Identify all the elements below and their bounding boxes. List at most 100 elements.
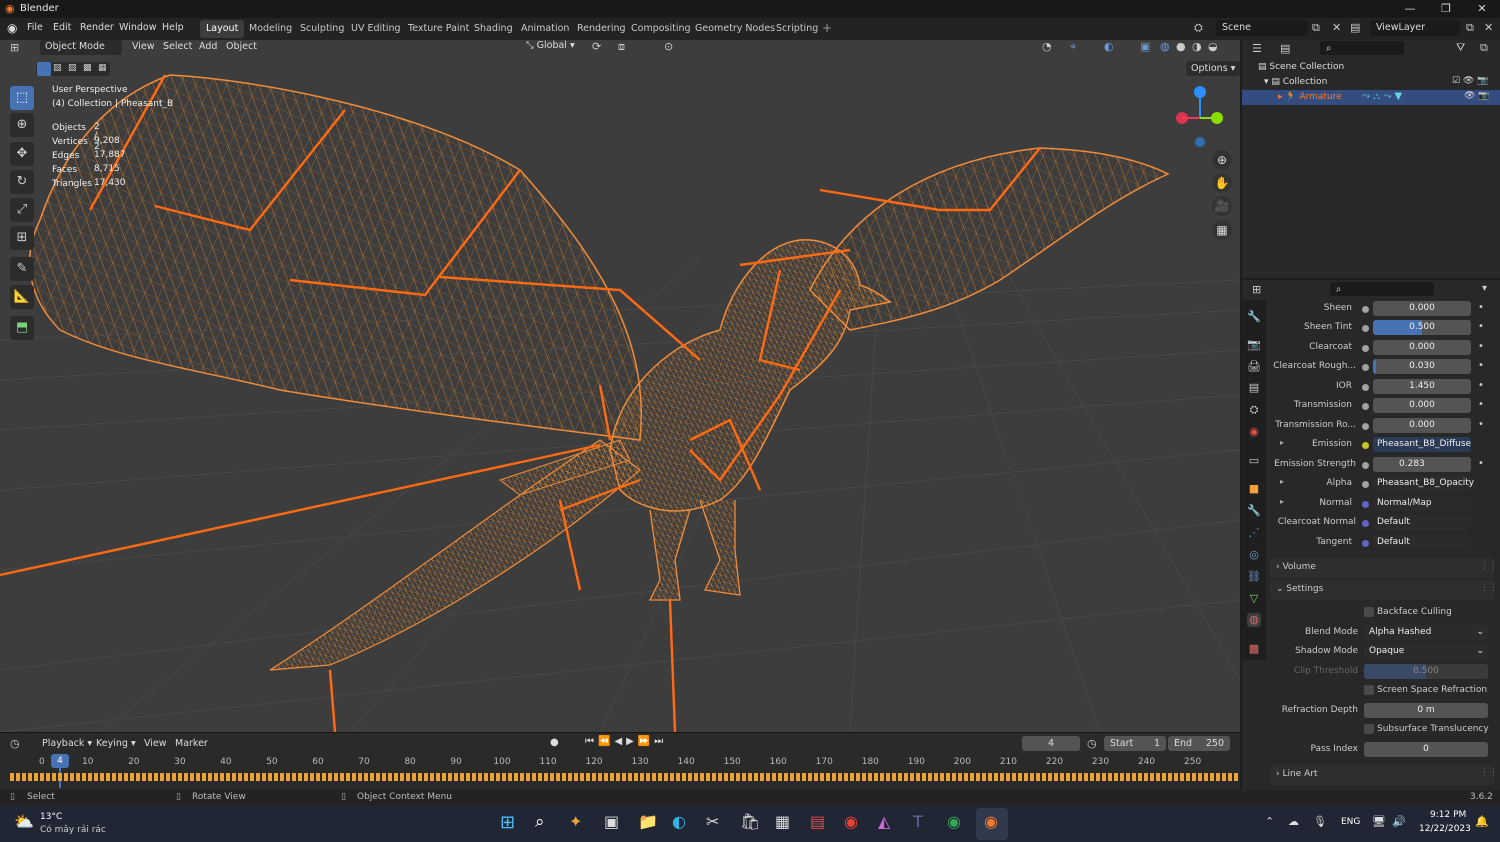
new-view-layer-icon[interactable]: ⧉ [1466,21,1474,35]
refraction-depth-field[interactable]: 0 m [1364,703,1488,718]
armature-row[interactable]: ▸ 🏃 Armature ⤳ ⛬ ⤳ ▼ 👁 📷 [1242,90,1500,105]
clock-time[interactable]: 9:12 PM [1430,810,1466,820]
world-tab-icon[interactable]: ◉ [1247,425,1261,439]
socket-dot-icon[interactable] [1362,423,1369,430]
snipping-tool-icon[interactable]: ✂ [706,812,719,831]
collection-item[interactable]: ▾ ▤ Collection [1264,77,1327,87]
maximize-button[interactable]: ❐ [1428,0,1464,18]
socket-dot-icon[interactable] [1362,481,1369,488]
options-dropdown[interactable]: Options ▾ [1186,61,1241,76]
ssr-checkbox[interactable] [1364,685,1374,695]
outliner-editor-icon[interactable]: ☰ [1252,42,1262,55]
tab-compositing[interactable]: Compositing [625,20,697,38]
object-mode-dropdown[interactable]: Object Mode [40,40,122,55]
clip-threshold-field[interactable]: 0.500 [1364,664,1488,679]
camera-view-icon[interactable]: 🎥 [1212,196,1232,216]
snap-icon[interactable]: ⧈ [618,40,625,54]
socket-dot-icon[interactable] [1362,442,1369,449]
close-button[interactable]: ✕ [1464,0,1500,18]
transform-tool-icon[interactable]: ⊞ [10,226,34,250]
backface-culling-checkbox[interactable] [1364,607,1374,617]
teams-icon[interactable]: T [913,812,923,831]
prop-value-field[interactable]: 1.450 [1373,379,1471,394]
xray-icon[interactable]: ▣ [1140,40,1150,53]
filter-icon[interactable]: ⛛ [1456,41,1465,55]
drag-handle-icon[interactable]: ⋮⋮ [1480,768,1498,778]
rotate-tool-icon[interactable]: ↻ [10,170,34,194]
delete-view-layer-icon[interactable]: ✕ [1484,21,1493,34]
frame-ruler[interactable]: 0 10 20 30 40 50 60 70 80 90 100 110 120 130 140 150 160… [0,733,1240,791]
pass-index-field[interactable]: 0 [1364,742,1488,757]
prop-value-field[interactable]: 0.030 [1373,359,1471,374]
chrome-profile-icon[interactable]: ◉ [947,812,961,831]
windows-start-icon[interactable]: ⊞ [500,812,515,833]
cursor-tool-icon[interactable]: ⊕ [10,113,34,137]
proportional-edit-icon[interactable]: ⊙ [664,40,673,53]
collection-checkbox[interactable]: ☑ 👁 📷 [1452,76,1488,86]
display-mode-icon[interactable]: ▤ [1280,42,1290,55]
zoom-icon[interactable]: ⊕ [1212,150,1232,170]
mic-muted-icon[interactable]: 🎙 [1313,815,1327,828]
app-icon-2[interactable]: ▤ [810,812,825,831]
menu-help[interactable]: Help [162,22,184,33]
volume-panel-header[interactable]: › Volume ⋮⋮ [1270,558,1498,578]
search-icon[interactable]: ⌕ [535,812,545,832]
armature-visibility-icon[interactable]: 👁 📷 [1464,91,1490,101]
app-icon-1[interactable]: ▦ [775,812,790,831]
socket-dot-icon[interactable] [1362,540,1369,547]
data-tab-icon[interactable]: ▽ [1247,592,1261,606]
tab-shading[interactable]: Shading [468,20,519,38]
overlay-toggle-icon[interactable]: ◐ [1104,40,1114,53]
gizmo-toggle-icon[interactable]: ⌖ [1070,40,1076,54]
line-art-panel-header[interactable]: › Line Art ⋮⋮ [1270,765,1498,785]
select-extend-icon[interactable]: ▧ [53,63,62,73]
object-tab-icon[interactable]: ■ [1247,482,1261,496]
language-indicator[interactable]: ENG [1341,817,1360,827]
socket-dot-icon[interactable] [1362,462,1369,469]
view-layer-field[interactable]: ViewLayer [1370,20,1460,36]
weather-icon[interactable]: ⛅ [14,812,34,831]
vp-menu-object[interactable]: Object [226,41,257,52]
prop-value-field[interactable]: 0.500 [1373,320,1471,335]
wireframe-shading-icon[interactable]: ◍ [1160,40,1170,53]
keyframe-dot-icon[interactable]: • [1478,341,1484,352]
clock-date[interactable]: 12/22/2023 [1419,824,1471,834]
material-tab-icon[interactable]: ◍ [1247,613,1261,627]
tab-geometry-nodes[interactable]: Geometry Nodes [689,20,781,38]
menu-edit[interactable]: Edit [53,22,71,33]
sss-checkbox[interactable] [1364,724,1374,734]
edge-icon[interactable]: ◐ [672,812,686,831]
prop-link-field[interactable]: Normal/Map [1373,496,1471,511]
socket-dot-icon[interactable] [1362,364,1369,371]
socket-dot-icon[interactable] [1362,384,1369,391]
menu-render[interactable]: Render [80,22,114,33]
move-tool-icon[interactable]: ✥ [10,142,34,166]
affinity-icon[interactable]: ◭ [878,812,890,831]
prop-link-field[interactable]: Default [1373,535,1471,550]
socket-dot-icon[interactable] [1362,306,1369,313]
keyframe-dot-icon[interactable]: • [1478,321,1484,332]
drag-handle-icon[interactable]: ⋮⋮ [1480,583,1498,593]
prop-value-field[interactable]: 0.000 [1373,301,1471,316]
measure-tool-icon[interactable]: 📐 [10,285,34,309]
keyframe-dot-icon[interactable]: • [1478,458,1484,469]
socket-dot-icon[interactable] [1362,520,1369,527]
tab-texture-paint[interactable]: Texture Paint [402,20,475,38]
keyframe-dot-icon[interactable]: • [1478,380,1484,391]
playhead[interactable]: 4 [51,754,69,768]
task-view-icon[interactable]: ▣ [604,812,619,831]
minimize-button[interactable]: — [1392,0,1428,18]
select-invert-icon[interactable]: ▩ [83,63,92,73]
tray-chevron-icon[interactable]: ⌃ [1265,815,1274,828]
solid-shading-icon[interactable]: ● [1176,40,1186,53]
prop-link-field[interactable]: Pheasant_B8_Opacity [1373,476,1474,491]
left-wing-mesh[interactable] [28,74,642,441]
constraints-tab-icon[interactable]: ⛓ [1247,570,1261,584]
copilot-icon[interactable]: ✦ [569,812,582,831]
socket-dot-icon[interactable] [1362,345,1369,352]
tab-rendering[interactable]: Rendering [571,20,632,38]
prop-link-field[interactable]: Default [1373,515,1471,530]
scale-tool-icon[interactable]: ⤢ [10,198,34,222]
shadow-mode-dropdown[interactable]: Opaque ⌄ [1364,644,1488,659]
collection-tab-icon[interactable]: ▭ [1247,454,1261,468]
